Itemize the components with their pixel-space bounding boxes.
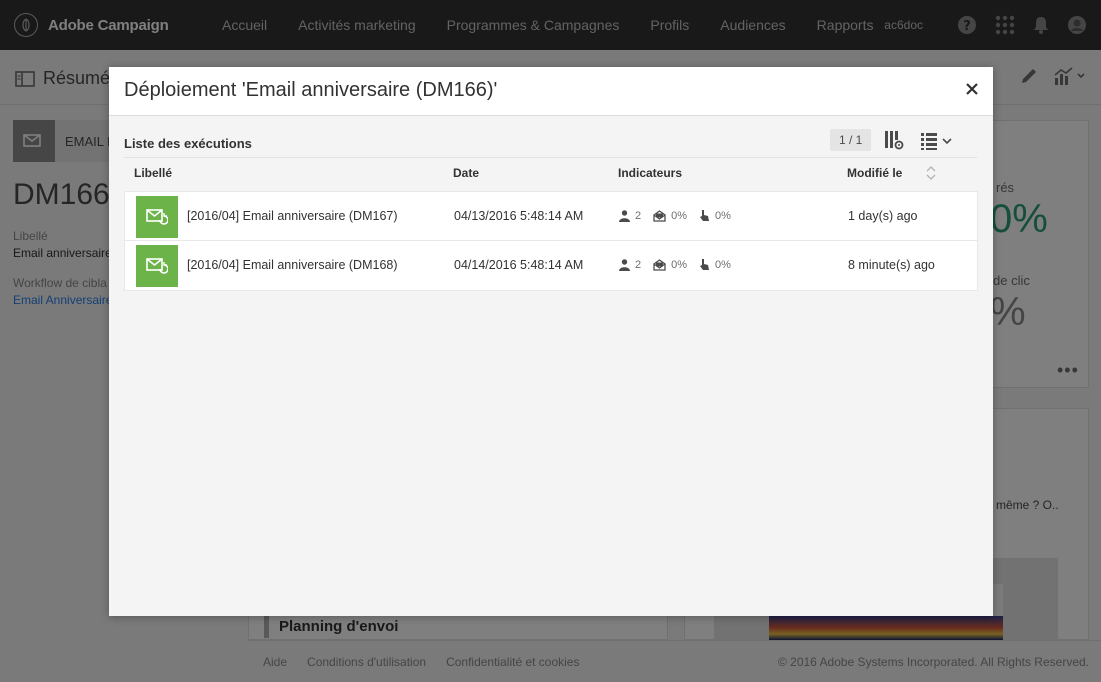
row-recipients: 2 — [635, 258, 642, 271]
open-envelope-icon — [653, 209, 666, 222]
recipients-icon — [619, 209, 630, 222]
configure-columns-icon[interactable] — [884, 130, 904, 150]
executions-list: [2016/04] Email anniversaire (DM167) 04/… — [124, 191, 978, 291]
row-modified: 1 day(s) ago — [848, 209, 918, 223]
column-header-indicators[interactable]: Indicateurs — [618, 166, 682, 180]
list-toolbar: Liste des exécutions 1 / 1 — [124, 126, 977, 158]
list-view-toggle[interactable] — [920, 131, 954, 151]
row-indicators: 2 0% 0% — [619, 258, 743, 271]
sort-icon[interactable] — [926, 166, 936, 180]
row-clicks: 0% — [715, 258, 731, 271]
row-clicks: 0% — [715, 209, 731, 222]
table-row[interactable]: [2016/04] Email anniversaire (DM167) 04/… — [124, 191, 978, 241]
dialog-title: Déploiement 'Email anniversaire (DM166)' — [124, 79, 498, 101]
list-view-icon — [921, 133, 952, 150]
row-date: 04/14/2016 5:48:14 AM — [454, 258, 584, 272]
column-header-modified[interactable]: Modifié le — [847, 166, 902, 180]
column-headers: Libellé Date Indicateurs Modifié le — [124, 158, 977, 191]
row-opens: 0% — [671, 258, 688, 271]
click-hand-icon — [700, 259, 710, 270]
deployment-dialog: Déploiement 'Email anniversaire (DM166)'… — [109, 67, 993, 616]
pagination-indicator: 1 / 1 — [830, 129, 872, 151]
click-hand-icon — [700, 210, 710, 221]
open-envelope-icon — [653, 258, 666, 271]
recurring-email-icon — [136, 196, 178, 238]
dialog-header: Déploiement 'Email anniversaire (DM166)' — [109, 67, 993, 116]
row-label: [2016/04] Email anniversaire (DM168) — [187, 258, 398, 272]
row-modified: 8 minute(s) ago — [848, 258, 935, 272]
close-icon[interactable] — [965, 82, 979, 96]
column-header-date[interactable]: Date — [453, 166, 479, 180]
row-indicators: 2 0% 0% — [619, 209, 743, 222]
row-recipients: 2 — [635, 209, 642, 222]
table-row[interactable]: [2016/04] Email anniversaire (DM168) 04/… — [124, 241, 978, 291]
recipients-icon — [619, 258, 630, 271]
row-label: [2016/04] Email anniversaire (DM167) — [187, 209, 398, 223]
recurring-email-icon — [136, 245, 178, 287]
list-title: Liste des exécutions — [124, 136, 252, 151]
column-header-label[interactable]: Libellé — [134, 166, 172, 180]
row-opens: 0% — [671, 209, 688, 222]
row-date: 04/13/2016 5:48:14 AM — [454, 209, 584, 223]
